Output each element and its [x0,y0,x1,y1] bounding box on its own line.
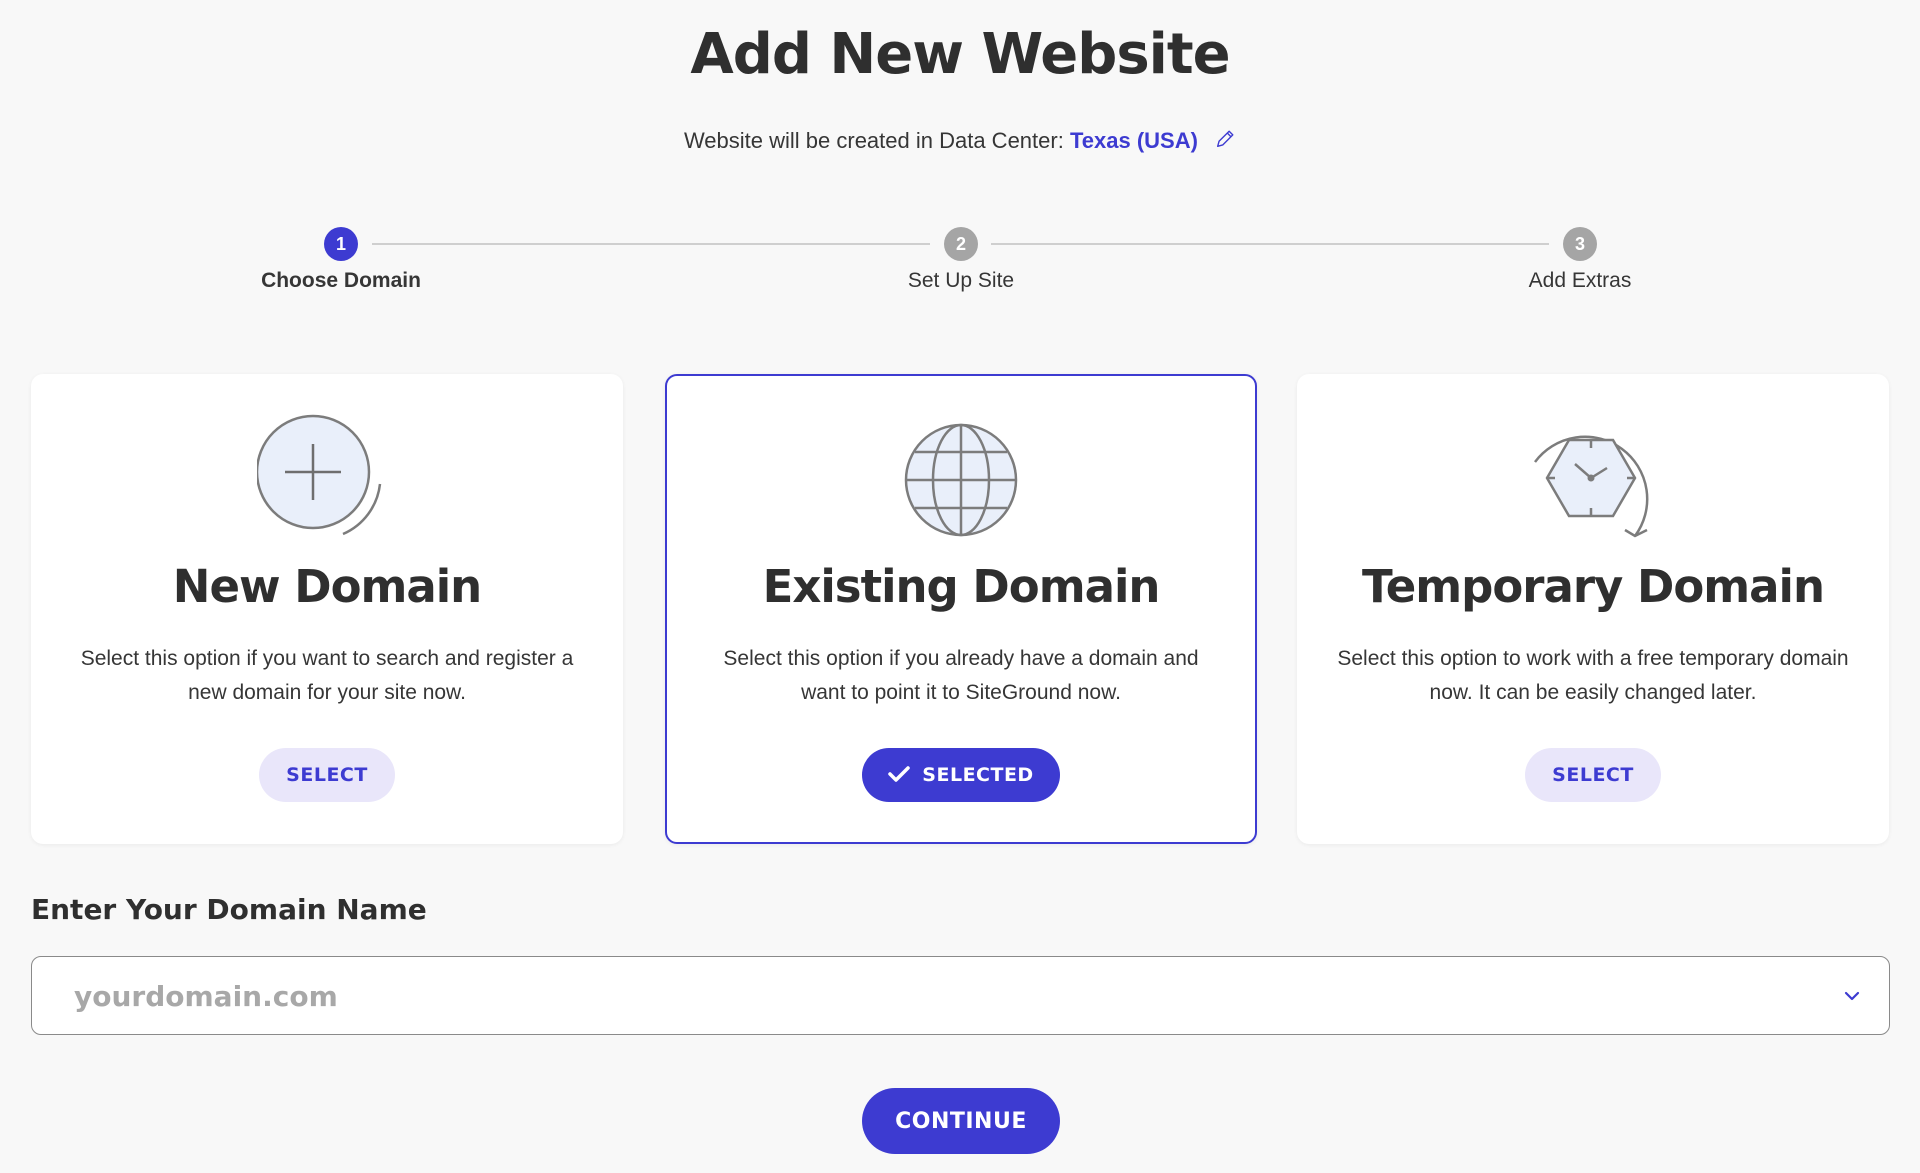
domain-field-label: Enter Your Domain Name [31,893,427,926]
check-icon [888,766,911,782]
domain-field [31,956,1890,1035]
clock-hexagon-icon [1533,435,1649,538]
selected-button[interactable]: SELECTED [862,748,1060,802]
pencil-icon[interactable] [1214,128,1236,150]
option-title: New Domain [172,560,482,613]
option-card-existing-domain[interactable]: Existing Domain Select this option if yo… [665,374,1257,844]
page-title: Add New Website [690,22,1230,87]
option-card-new-domain[interactable]: New Domain Select this option if you wan… [31,374,623,844]
datacenter-link[interactable]: Texas (USA) [1070,128,1198,153]
option-card-temporary-domain[interactable]: Temporary Domain Select this option to w… [1297,374,1889,844]
option-description: Select this option if you already have a… [723,647,1199,704]
step-label: Set Up Site [907,269,1015,292]
option-description: Select this option to work with a free t… [1337,647,1849,704]
step-number: 1 [324,227,358,261]
chevron-down-icon[interactable] [1843,987,1861,1005]
option-title: Temporary Domain [1362,560,1825,613]
step-label: Add Extras [1528,269,1632,292]
step-add-extras: 3 Add Extras [1460,225,1700,293]
step-choose-domain: 1 Choose Domain [221,225,461,293]
add-circle-icon [257,414,382,536]
datacenter-info: Website will be created in Data Center: … [0,128,1920,154]
option-description: Select this option if you want to search… [80,647,574,704]
select-button[interactable]: SELECT [1525,748,1661,802]
datacenter-prefix: Website will be created in Data Center: [683,128,1064,153]
step-number: 2 [944,227,978,261]
selected-button-label: SELECTED [922,764,1034,786]
continue-button[interactable]: CONTINUE [862,1088,1060,1154]
progress-stepper: 1 Choose Domain 2 Set Up Site 3 Add Extr… [0,225,1920,305]
step-label: Choose Domain [261,269,421,292]
globe-icon [904,423,1018,537]
domain-input[interactable] [72,957,1776,1035]
select-button[interactable]: SELECT [259,748,395,802]
step-set-up-site: 2 Set Up Site [841,225,1081,293]
option-title: Existing Domain [762,560,1161,613]
step-number: 3 [1563,227,1597,261]
